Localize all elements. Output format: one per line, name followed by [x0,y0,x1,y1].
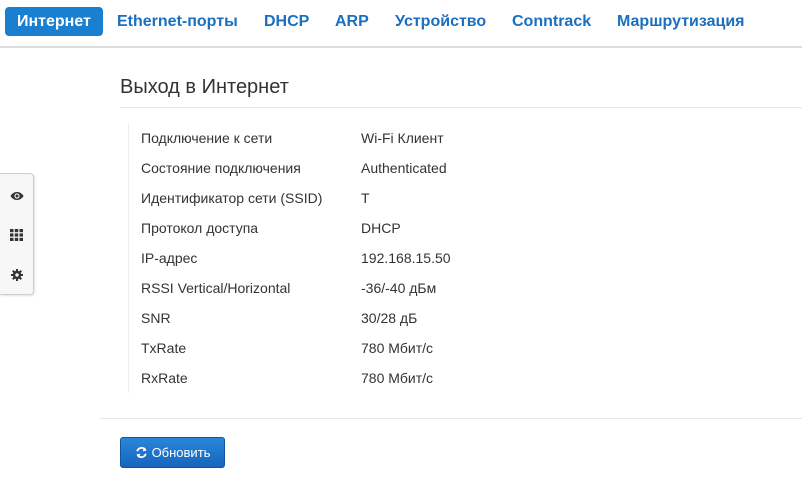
info-row: SNR 30/28 дБ [128,303,802,333]
info-row: Подключение к сети Wi-Fi Клиент [128,123,802,153]
info-row: RSSI Vertical/Horizontal -36/-40 дБм [128,273,802,303]
view-button[interactable] [0,184,33,208]
info-label: IP-адрес [141,250,198,266]
page-title: Выход в Интернет [120,76,289,98]
settings-button[interactable] [0,263,33,287]
info-row: Идентификатор сети (SSID) T [128,183,802,213]
info-label: Идентификатор сети (SSID) [141,190,323,206]
refresh-button-label: Обновить [151,445,211,460]
tab-arp[interactable]: ARP [335,7,369,36]
title-divider [120,107,802,108]
info-label: RSSI Vertical/Horizontal [141,280,291,296]
info-label: Состояние подключения [141,160,301,176]
grid-button[interactable] [0,223,33,247]
info-value: 780 Мбит/с [361,340,434,356]
info-row: Состояние подключения Authenticated [128,153,802,183]
tab-device[interactable]: Устройство [395,7,486,36]
eye-icon [10,192,23,200]
info-value: Wi-Fi Клиент [361,130,444,146]
info-row: RxRate 780 Мбит/с [128,363,802,393]
info-row: IP-адрес 192.168.15.50 [128,243,802,273]
side-toolbar [0,173,34,295]
info-row: TxRate 780 Мбит/с [128,333,802,363]
refresh-icon [135,447,147,458]
tab-internet[interactable]: Интернет [5,7,103,36]
info-value: T [361,190,370,206]
gear-icon [10,269,23,281]
tab-dhcp[interactable]: DHCP [264,7,309,36]
info-label: Подключение к сети [141,130,273,146]
info-value: 30/28 дБ [361,310,418,326]
info-value: 780 Мбит/с [361,370,434,386]
info-value: 192.168.15.50 [361,250,451,266]
refresh-button[interactable]: Обновить [120,437,225,468]
info-value: DHCP [361,220,401,236]
info-value: Authenticated [361,160,447,176]
info-label: TxRate [141,340,187,356]
grid-icon [10,229,23,241]
info-row: Протокол доступа DHCP [128,213,802,243]
footer-divider [100,418,802,419]
tab-ethernet-ports[interactable]: Ethernet-порты [117,7,238,36]
tab-bar: Интернет Ethernet-порты DHCP ARP Устройс… [0,0,802,48]
app-root: Интернет Ethernet-порты DHCP ARP Устройс… [0,0,802,489]
info-label: SNR [141,310,171,326]
info-value: -36/-40 дБм [361,280,437,296]
tab-routing[interactable]: Маршрутизация [617,7,745,36]
tab-conntrack[interactable]: Conntrack [512,7,591,36]
info-label: RxRate [141,370,188,386]
info-label: Протокол доступа [141,220,259,236]
